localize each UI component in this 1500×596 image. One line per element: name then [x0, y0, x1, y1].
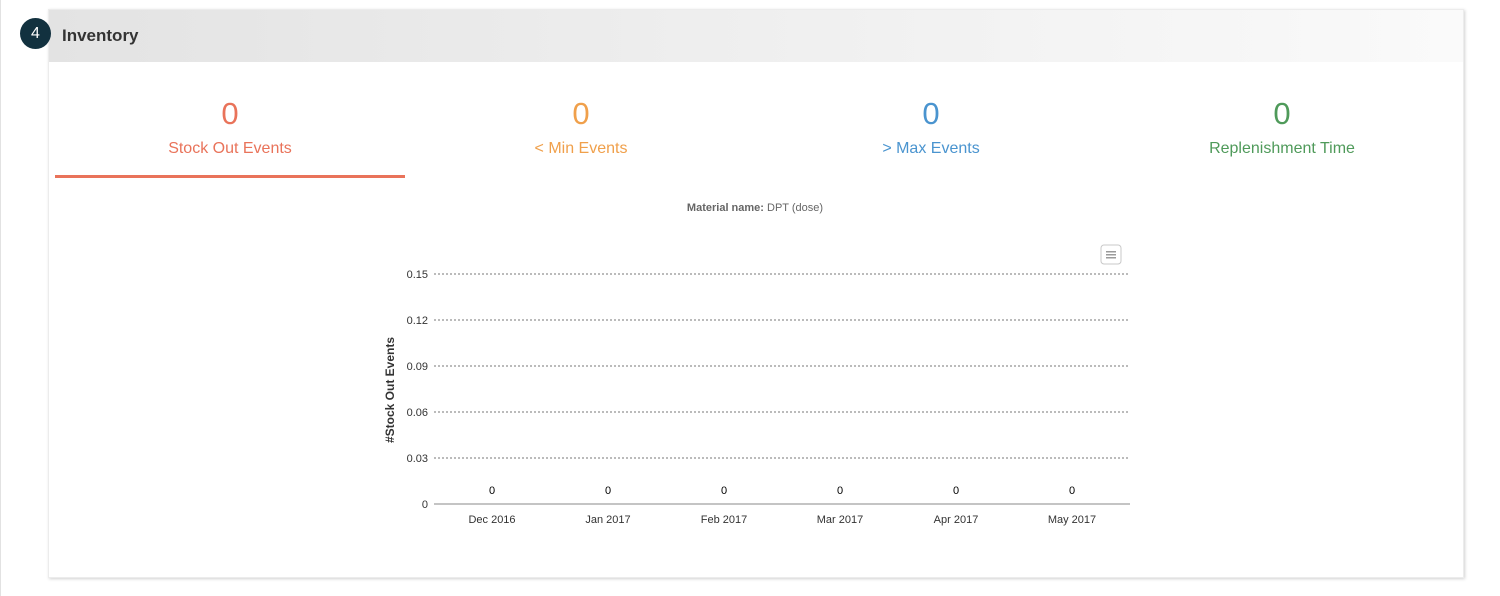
y-axis-title: #Stock Out Events	[383, 337, 397, 443]
step-badge: 4	[20, 18, 51, 49]
y-tick-label: 0.12	[407, 315, 428, 327]
x-tick-label: May 2017	[1048, 514, 1096, 526]
chart-menu-button[interactable]	[1100, 244, 1122, 265]
y-tick-label: 0	[422, 499, 428, 511]
y-tick-label: 0.06	[407, 407, 428, 419]
x-tick-label: Apr 2017	[934, 514, 979, 526]
chart-gridlines	[434, 273, 1130, 505]
bar-data-label: 0	[837, 485, 843, 497]
bar-data-label: 0	[953, 485, 959, 497]
x-tick-label: Jan 2017	[585, 514, 630, 526]
stock-out-chart: 0 0.03 0.06 0.09 0.12 0.15 0 0 0 0 0 0 Dec 2016 Jan…	[383, 244, 1130, 526]
chart-data-labels: 0 0 0 0 0 0	[489, 485, 1075, 497]
y-tick-label: 0.15	[407, 269, 428, 281]
x-tick-label: Mar 2017	[817, 514, 863, 526]
bar-data-label: 0	[605, 485, 611, 497]
bar-data-label: 0	[1069, 485, 1075, 497]
bar-data-label: 0	[721, 485, 727, 497]
x-axis-ticks: Dec 2016 Jan 2017 Feb 2017 Mar 2017 Apr 2017…	[468, 514, 1096, 526]
y-axis-ticks: 0 0.03 0.06 0.09 0.12 0.15	[407, 269, 428, 511]
y-tick-label: 0.03	[407, 453, 428, 465]
bar-data-label: 0	[489, 485, 495, 497]
x-tick-label: Feb 2017	[701, 514, 747, 526]
hamburger-menu-icon	[1106, 251, 1116, 259]
x-tick-label: Dec 2016	[468, 514, 515, 526]
y-tick-label: 0.09	[407, 361, 428, 373]
